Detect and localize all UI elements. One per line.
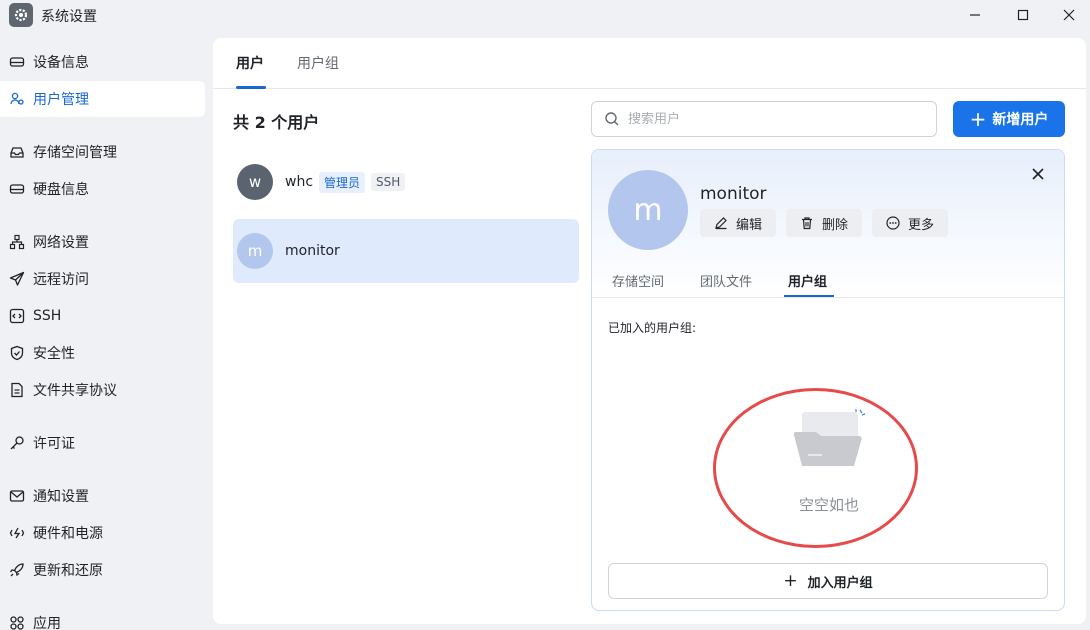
sidebar-item-file-sharing[interactable]: 文件共享协议 bbox=[0, 372, 205, 408]
apps-icon bbox=[9, 615, 25, 630]
sidebar-item-hardware-power[interactable]: 硬件和电源 bbox=[0, 515, 205, 551]
avatar: w bbox=[237, 164, 273, 200]
tab-team-files[interactable]: 团队文件 bbox=[700, 271, 752, 290]
minimize-icon[interactable] bbox=[952, 0, 998, 30]
delete-button[interactable]: 删除 bbox=[786, 209, 863, 237]
tab-detail-user-groups[interactable]: 用户组 bbox=[788, 271, 827, 290]
join-user-group-label: 加入用户组 bbox=[807, 575, 873, 591]
ssh-badge: SSH bbox=[371, 173, 406, 191]
close-detail-icon[interactable] bbox=[1028, 164, 1048, 184]
plus-icon: + bbox=[783, 571, 798, 591]
window-title: 系统设置 bbox=[41, 9, 97, 25]
more-button[interactable]: 更多 bbox=[872, 209, 949, 237]
sidebar-item-security[interactable]: 安全性 bbox=[0, 335, 205, 371]
main-panel: 用户 用户组 共 2 个用户 w whc 管理员 SSH m monitor +… bbox=[213, 38, 1086, 624]
title-bar: 系统设置 bbox=[0, 0, 1090, 30]
users-icon bbox=[9, 91, 25, 107]
sidebar-item-user-management[interactable]: 用户管理 bbox=[0, 81, 205, 117]
search-input[interactable] bbox=[628, 111, 908, 127]
search-box bbox=[591, 101, 937, 137]
user-row-monitor[interactable]: m monitor bbox=[233, 219, 579, 283]
code-icon bbox=[9, 308, 25, 324]
empty-folder-icon bbox=[793, 409, 866, 466]
shield-icon bbox=[9, 345, 25, 361]
sidebar-item-update-restore[interactable]: 更新和还原 bbox=[0, 552, 205, 588]
search-icon bbox=[605, 112, 619, 126]
avatar: m bbox=[608, 170, 688, 250]
harddrive-icon bbox=[9, 54, 25, 70]
sidebar-item-label: 更新和还原 bbox=[33, 563, 103, 579]
sidebar-item-label: 通知设置 bbox=[33, 489, 89, 505]
power-icon bbox=[9, 525, 25, 541]
settings-gear-icon bbox=[9, 3, 33, 27]
user-detail-panel: m monitor 编辑 删除 更多 存储空间 团队文件 用户组 已加入的用户组… bbox=[591, 149, 1065, 611]
sidebar-item-label: 设备信息 bbox=[33, 55, 89, 71]
mail-icon bbox=[9, 488, 25, 504]
pencil-icon bbox=[715, 217, 727, 230]
sidebar-item-label: 存储空间管理 bbox=[33, 145, 117, 161]
file-icon bbox=[9, 382, 25, 398]
plus-icon: + bbox=[969, 107, 987, 131]
sidebar-item-label: 文件共享协议 bbox=[33, 383, 117, 399]
sidebar-item-license[interactable]: 许可证 bbox=[0, 425, 205, 461]
sidebar-item-notifications[interactable]: 通知设置 bbox=[0, 478, 205, 514]
sidebar-item-remote-access[interactable]: 远程访问 bbox=[0, 261, 205, 297]
user-row-whc[interactable]: w whc 管理员 SSH bbox=[233, 150, 579, 214]
delete-label: 删除 bbox=[822, 217, 849, 233]
user-name: whc bbox=[285, 174, 314, 190]
network-icon bbox=[9, 234, 25, 250]
more-dots-icon bbox=[886, 216, 900, 230]
close-icon[interactable] bbox=[1046, 0, 1090, 30]
sidebar-item-network[interactable]: 网络设置 bbox=[0, 224, 205, 260]
tab-storage-space[interactable]: 存储空间 bbox=[612, 271, 664, 290]
sidebar-item-storage[interactable]: 存储空间管理 bbox=[0, 134, 205, 170]
active-tab-indicator bbox=[236, 86, 266, 89]
key-icon bbox=[9, 435, 25, 451]
sidebar-item-label: 硬盘信息 bbox=[33, 182, 89, 198]
joined-groups-label: 已加入的用户组: bbox=[608, 321, 697, 335]
avatar: m bbox=[237, 233, 273, 269]
edit-label: 编辑 bbox=[736, 217, 763, 233]
detail-user-name: monitor bbox=[700, 184, 767, 204]
sidebar-item-label: 许可证 bbox=[33, 436, 75, 452]
admin-badge: 管理员 bbox=[319, 171, 366, 193]
maximize-icon[interactable] bbox=[1000, 0, 1046, 30]
user-count-title: 共 2 个用户 bbox=[233, 113, 320, 132]
sidebar-item-label: 网络设置 bbox=[33, 235, 89, 251]
sidebar-item-label: 用户管理 bbox=[33, 92, 89, 108]
sidebar-item-label: 远程访问 bbox=[33, 272, 89, 288]
tab-bar: 用户 用户组 bbox=[213, 38, 1086, 89]
sidebar-item-label: SSH bbox=[33, 308, 62, 324]
add-user-button[interactable]: + 新增用户 bbox=[953, 101, 1065, 137]
inbox-icon bbox=[9, 144, 25, 160]
sidebar-item-apps[interactable]: 应用 bbox=[0, 605, 205, 630]
detail-tab-divider bbox=[592, 297, 1064, 298]
disk-icon bbox=[9, 181, 25, 197]
sidebar-item-label: 硬件和电源 bbox=[33, 526, 103, 542]
sidebar-item-ssh[interactable]: SSH bbox=[0, 298, 205, 334]
active-tab-indicator bbox=[784, 295, 834, 297]
sidebar-item-device-info[interactable]: 设备信息 bbox=[0, 44, 205, 80]
send-icon bbox=[9, 271, 25, 287]
trash-icon bbox=[802, 217, 812, 230]
edit-button[interactable]: 编辑 bbox=[700, 209, 777, 237]
sidebar-item-label: 安全性 bbox=[33, 346, 75, 362]
empty-state-text: 空空如也 bbox=[798, 496, 859, 514]
rocket-icon bbox=[9, 562, 25, 578]
tab-user-groups[interactable]: 用户组 bbox=[297, 53, 339, 73]
add-user-label: 新增用户 bbox=[992, 112, 1049, 128]
sidebar: 设备信息 用户管理 存储空间管理 硬盘信息 网络设置 远程访问 SSH 安全性 … bbox=[0, 40, 213, 630]
more-label: 更多 bbox=[908, 217, 935, 233]
tab-users[interactable]: 用户 bbox=[236, 53, 264, 73]
user-name: monitor bbox=[285, 243, 340, 259]
join-user-group-button[interactable]: + 加入用户组 bbox=[608, 563, 1048, 599]
sidebar-item-disk-info[interactable]: 硬盘信息 bbox=[0, 171, 205, 207]
sidebar-item-label: 应用 bbox=[33, 616, 61, 630]
